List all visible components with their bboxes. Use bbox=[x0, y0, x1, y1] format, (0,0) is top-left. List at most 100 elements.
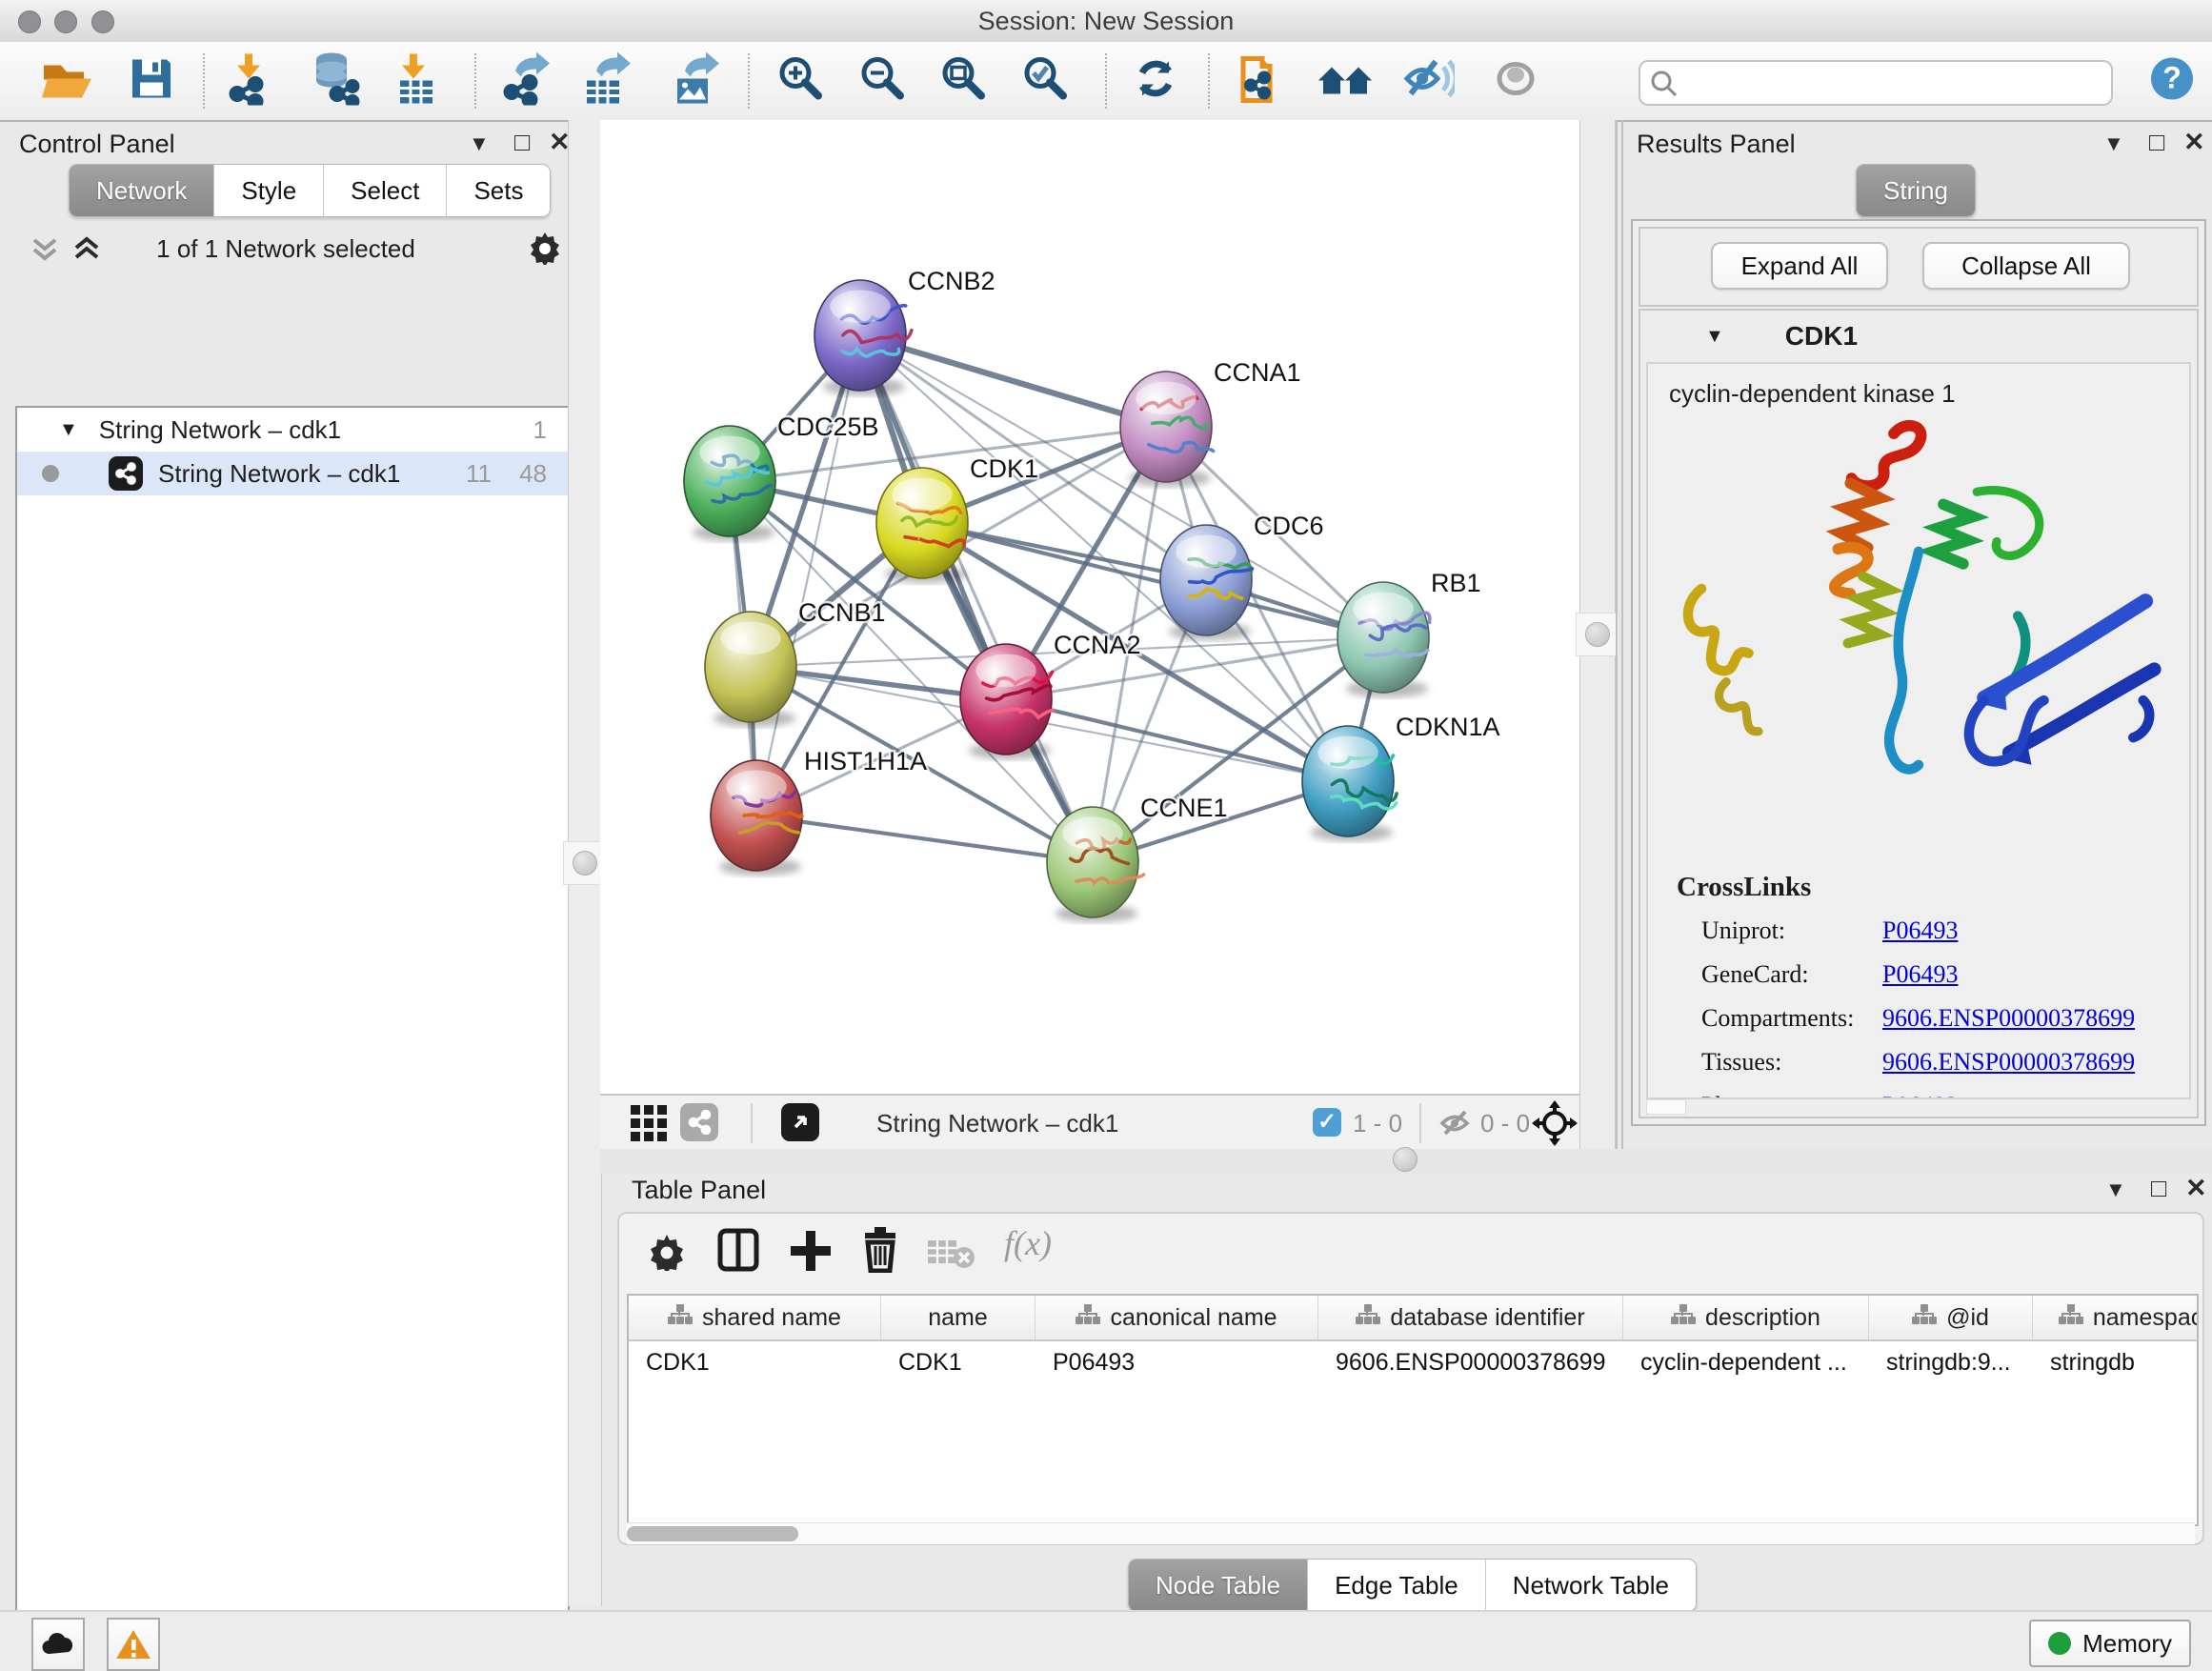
cdk1-disclosure-icon[interactable]: ▼ bbox=[1705, 326, 1724, 348]
control-panel-menu-icon[interactable]: ▼ bbox=[469, 133, 490, 154]
tab-string[interactable]: String bbox=[1857, 165, 1975, 216]
collapse-all-button[interactable]: Collapse All bbox=[1922, 242, 2130, 290]
crosslink-label: Tissues: bbox=[1648, 1048, 1882, 1077]
import-network-from-database-button[interactable] bbox=[309, 52, 362, 111]
table-cell[interactable]: stringdb:9... bbox=[1869, 1341, 2033, 1383]
show-all-button[interactable] bbox=[1491, 56, 1540, 107]
birds-eye-grid-icon[interactable] bbox=[631, 1105, 667, 1141]
hide-selected-button[interactable] bbox=[1401, 54, 1455, 109]
export-table-button[interactable] bbox=[581, 52, 633, 111]
expand-all-button[interactable]: Expand All bbox=[1711, 242, 1888, 290]
help-button[interactable]: ? bbox=[2149, 56, 2195, 107]
expand-all-networks-icon[interactable] bbox=[70, 232, 103, 270]
column-header-description[interactable]: description bbox=[1623, 1296, 1869, 1339]
tab-style[interactable]: Style bbox=[214, 165, 324, 216]
collapse-all-networks-icon[interactable] bbox=[29, 232, 61, 270]
results-panel-float-icon[interactable]: □ bbox=[2149, 130, 2164, 155]
network-node-CDKN1A[interactable]: CDKN1A bbox=[1302, 713, 1500, 841]
tab-edge-table[interactable]: Edge Table bbox=[1308, 1560, 1486, 1611]
table-cell[interactable]: P06493 bbox=[1036, 1341, 1318, 1383]
control-panel-gear-icon[interactable] bbox=[526, 227, 564, 270]
delete-column-icon[interactable] bbox=[859, 1225, 901, 1278]
table-panel-float-icon[interactable]: □ bbox=[2151, 1176, 2166, 1201]
table-cell[interactable]: 9606.ENSP00000378699 bbox=[1318, 1341, 1623, 1383]
collection-disclosure-icon[interactable]: ▼ bbox=[59, 419, 78, 441]
fit-content-crosshair-icon[interactable] bbox=[1532, 1100, 1578, 1151]
first-neighbors-button[interactable] bbox=[1236, 51, 1287, 111]
zoom-out-button[interactable] bbox=[858, 54, 908, 109]
cloud-button[interactable] bbox=[31, 1618, 85, 1671]
status-bar: Memory bbox=[0, 1610, 2212, 1671]
column-header-canonical-name[interactable]: canonical name bbox=[1036, 1296, 1318, 1339]
zoom-fit-button[interactable] bbox=[939, 54, 989, 109]
network-view-title: String Network – cdk1 bbox=[876, 1109, 1118, 1138]
cdk1-section-header[interactable]: ▼ CDK1 bbox=[1640, 311, 2197, 362]
zoom-selected-button[interactable] bbox=[1021, 54, 1071, 109]
zoom-in-button[interactable] bbox=[776, 54, 826, 109]
table-cell[interactable]: CDK1 bbox=[881, 1341, 1036, 1383]
column-header-database-identifier[interactable]: database identifier bbox=[1318, 1296, 1623, 1339]
crosslink-link[interactable]: P06493 bbox=[1882, 1092, 1958, 1099]
network-node-HIST1H1A[interactable]: HIST1H1A bbox=[711, 747, 927, 876]
network-node-CDC6[interactable]: CDC6 bbox=[1160, 512, 1324, 640]
tab-network[interactable]: Network bbox=[70, 165, 214, 216]
scrollbar-thumb[interactable] bbox=[627, 1526, 798, 1541]
table-cell[interactable]: CDK1 bbox=[629, 1341, 881, 1383]
table-cell[interactable]: cyclin-dependent ... bbox=[1623, 1341, 1869, 1383]
table-panel-title: Table Panel bbox=[632, 1176, 766, 1205]
import-network-button[interactable] bbox=[226, 52, 275, 111]
network-node-CCNE1[interactable]: CCNE1 bbox=[1047, 794, 1228, 922]
node-table[interactable]: shared namenamecanonical namedatabase id… bbox=[627, 1294, 2199, 1526]
export-network-button[interactable] bbox=[500, 52, 552, 111]
crosslink-link[interactable]: P06493 bbox=[1882, 960, 1958, 989]
tab-sets[interactable]: Sets bbox=[447, 165, 550, 216]
network-node-CDK1[interactable]: CDK1 bbox=[876, 454, 1038, 583]
crosslink-link[interactable]: P06493 bbox=[1882, 916, 1958, 945]
open-in-window-icon[interactable] bbox=[781, 1103, 819, 1141]
tab-node-table[interactable]: Node Table bbox=[1129, 1560, 1308, 1611]
table-horizontal-scrollbar[interactable] bbox=[627, 1522, 2195, 1544]
selected-checkbox-icon[interactable]: ✓ bbox=[1313, 1108, 1341, 1137]
control-panel-float-icon[interactable]: □ bbox=[514, 130, 530, 155]
svg-text:?: ? bbox=[2162, 61, 2182, 95]
table-panel-close-icon[interactable]: ✕ bbox=[2185, 1176, 2207, 1201]
crosslinks-list: Uniprot:P06493GeneCard:P06493Compartment… bbox=[1648, 909, 2189, 1099]
table-row[interactable]: CDK1CDK1P064939606.ENSP00000378699cyclin… bbox=[629, 1341, 2197, 1383]
column-header-namespace[interactable]: namespace bbox=[2033, 1296, 2199, 1339]
save-session-button[interactable] bbox=[129, 56, 174, 107]
table-cell[interactable]: stringdb bbox=[2033, 1341, 2199, 1383]
warning-button[interactable] bbox=[107, 1618, 160, 1671]
results-panel-menu-icon[interactable]: ▼ bbox=[2103, 133, 2124, 154]
right-splitter-handle[interactable] bbox=[1576, 613, 1619, 656]
network-share-badge-icon[interactable] bbox=[680, 1103, 718, 1141]
neighborhood-houses-button[interactable] bbox=[1317, 56, 1376, 107]
cdk1-title: CDK1 bbox=[1785, 321, 1858, 352]
refresh-button[interactable] bbox=[1131, 54, 1180, 109]
network-node-RB1[interactable]: RB1 bbox=[1337, 569, 1481, 697]
search-input[interactable] bbox=[1639, 60, 2113, 106]
network-view-toolbar: String Network – cdk1 ✓ 1 - 0 0 - 0 bbox=[600, 1094, 1579, 1151]
tab-network-table[interactable]: Network Table bbox=[1486, 1560, 1696, 1611]
network-view[interactable]: CCNB2CCNA1CDC25BCDK1CDC6RB1CCNB1CCNA2CDK… bbox=[600, 120, 1580, 1094]
node-label-CDK1: CDK1 bbox=[970, 454, 1038, 483]
memory-button[interactable]: Memory bbox=[2029, 1620, 2191, 1667]
column-header-name[interactable]: name bbox=[881, 1296, 1036, 1339]
import-table-button[interactable] bbox=[392, 52, 440, 111]
network-collection-row[interactable]: ▼ String Network – cdk1 1 bbox=[17, 408, 568, 452]
crosslink-link[interactable]: 9606.ENSP00000378699 bbox=[1882, 1048, 2135, 1077]
column-header-shared-name[interactable]: shared name bbox=[629, 1296, 881, 1339]
show-column-icon[interactable] bbox=[716, 1227, 760, 1278]
network-node-CCNA1[interactable]: CCNA1 bbox=[1120, 358, 1301, 487]
crosslink-link[interactable]: 9606.ENSP00000378699 bbox=[1882, 1004, 2135, 1033]
export-image-button[interactable] bbox=[670, 52, 721, 111]
table-gear-icon[interactable] bbox=[646, 1229, 688, 1276]
cdk1-description: cyclin-dependent kinase 1 bbox=[1669, 379, 2189, 409]
results-panel-close-icon[interactable]: ✕ bbox=[2183, 130, 2205, 155]
add-column-icon[interactable] bbox=[789, 1227, 833, 1278]
tab-select[interactable]: Select bbox=[324, 165, 447, 216]
network-row[interactable]: String Network – cdk1 11 48 bbox=[17, 452, 568, 495]
horizontal-splitter-handle[interactable] bbox=[1384, 1140, 1426, 1178]
table-panel-menu-icon[interactable]: ▼ bbox=[2105, 1179, 2126, 1200]
column-header--id[interactable]: @id bbox=[1869, 1296, 2033, 1339]
open-session-button[interactable] bbox=[40, 56, 93, 107]
